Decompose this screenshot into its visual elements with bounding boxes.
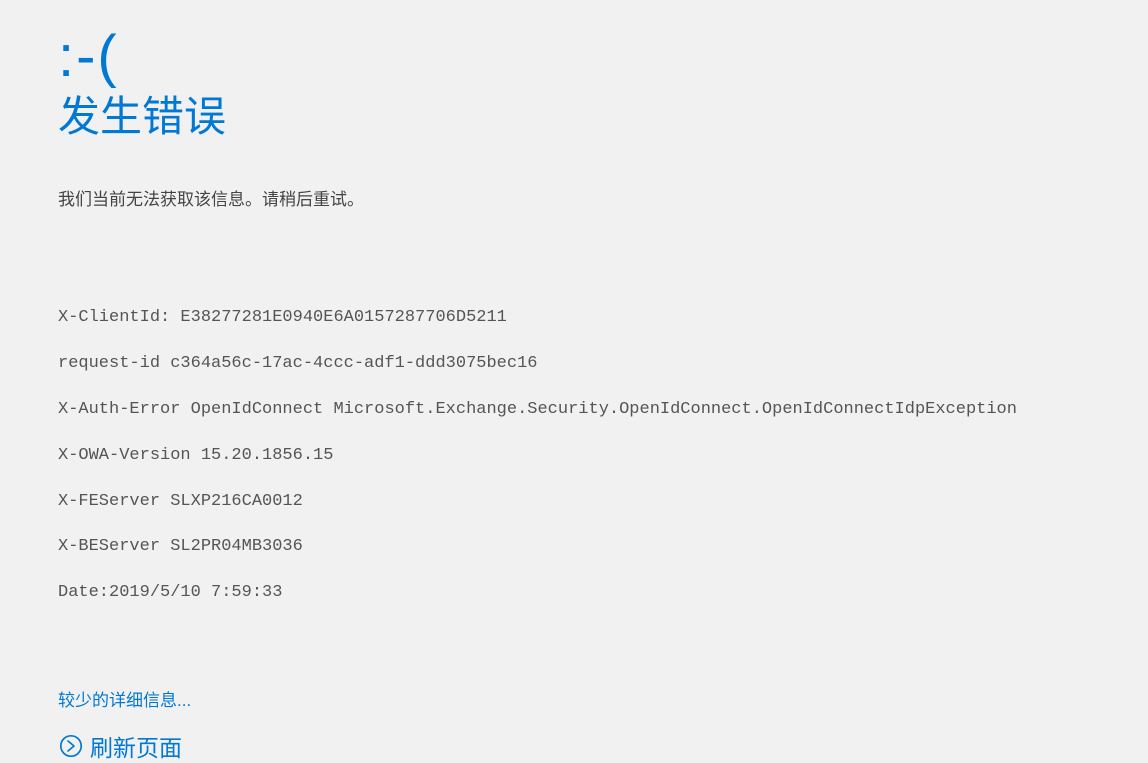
refresh-label: 刷新页面	[90, 729, 182, 763]
error-message: 我们当前无法获取该信息。请稍后重试。	[58, 187, 1090, 213]
detail-line: X-Auth-Error OpenIdConnect Microsoft.Exc…	[58, 399, 1090, 422]
detail-line: Date:2019/5/10 7:59:33	[58, 582, 1090, 605]
detail-line: X-OWA-Version 15.20.1856.15	[58, 445, 1090, 468]
refresh-icon	[58, 733, 84, 759]
detail-line: X-ClientId: E38277281E0940E6A0157287706D…	[58, 307, 1090, 330]
detail-line: X-FEServer SLXP216CA0012	[58, 491, 1090, 514]
toggle-details-link[interactable]: 较少的详细信息...	[58, 686, 191, 711]
error-title: 发生错误	[58, 90, 1090, 145]
sad-face: :-(	[58, 28, 1090, 86]
detail-line: request-id c364a56c-17ac-4ccc-adf1-ddd30…	[58, 353, 1090, 376]
refresh-button[interactable]: 刷新页面	[58, 729, 1090, 763]
detail-line: X-BEServer SL2PR04MB3036	[58, 536, 1090, 559]
